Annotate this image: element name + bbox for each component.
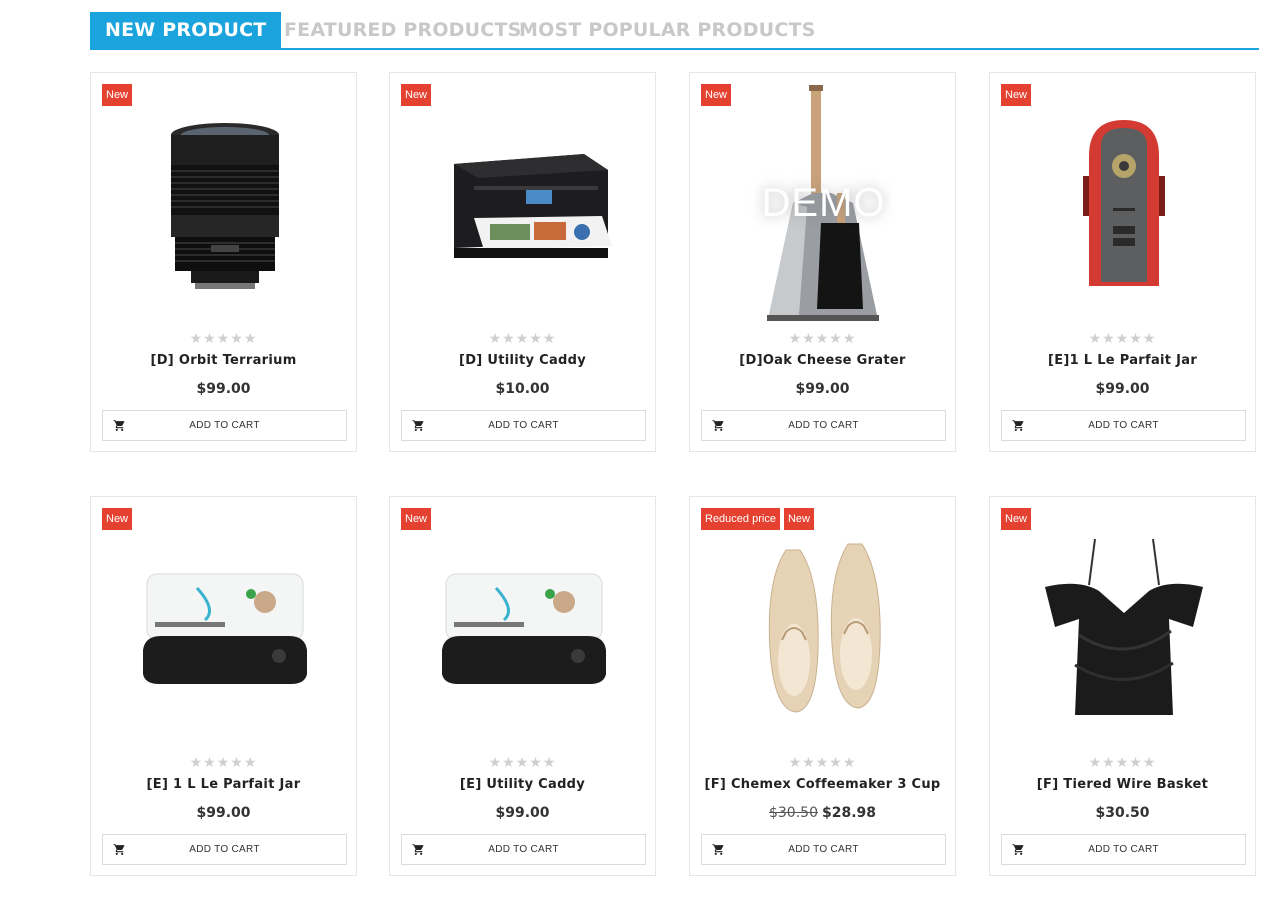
rating-stars: ★★★★★ bbox=[788, 755, 857, 771]
product-image[interactable]: DEMO bbox=[710, 83, 937, 328]
price-value: $99.00 bbox=[196, 805, 251, 821]
ballet-flats-icon bbox=[768, 543, 881, 713]
add-to-cart-button[interactable]: ADD TO CART bbox=[701, 410, 946, 441]
product-image[interactable] bbox=[710, 507, 937, 752]
red-speaker-icon bbox=[1082, 119, 1165, 286]
add-to-cart-button[interactable]: ADD TO CART bbox=[401, 410, 646, 441]
rating-stars: ★★★★★ bbox=[488, 755, 557, 771]
rating-stars: ★★★★★ bbox=[488, 331, 557, 347]
add-to-cart-button[interactable]: ADD TO CART bbox=[701, 834, 946, 865]
product-image[interactable] bbox=[410, 83, 637, 328]
rating-stars: ★★★★★ bbox=[788, 331, 857, 347]
navdy-device-icon bbox=[441, 573, 606, 684]
price-value: $99.00 bbox=[495, 805, 550, 821]
product-price: $10.00 bbox=[390, 381, 655, 397]
price-value: $99.00 bbox=[196, 381, 251, 397]
add-to-cart-label: ADD TO CART bbox=[1088, 844, 1159, 855]
product-name[interactable]: [F] Tiered Wire Basket bbox=[990, 777, 1255, 792]
printer-icon bbox=[453, 153, 612, 258]
add-to-cart-button[interactable]: ADD TO CART bbox=[102, 834, 347, 865]
camera-lens-icon bbox=[170, 122, 279, 289]
product-name[interactable]: [D] Utility Caddy bbox=[390, 353, 655, 368]
product-card[interactable]: New DEMO ★★★★★ [D]Oak Cheese Grater $99.… bbox=[689, 72, 956, 452]
rating-stars: ★★★★★ bbox=[1088, 331, 1157, 347]
product-price: $99.00 bbox=[690, 381, 955, 397]
product-name[interactable]: [F] Chemex Coffeemaker 3 Cup bbox=[690, 777, 955, 792]
product-card[interactable]: New ★★★★★ [E] 1 L Le Parfait Jar $99.00 … bbox=[90, 496, 357, 876]
product-image[interactable] bbox=[111, 83, 338, 328]
price-value: $10.00 bbox=[495, 381, 550, 397]
add-to-cart-button[interactable]: ADD TO CART bbox=[1001, 410, 1246, 441]
product-name[interactable]: [E]1 L Le Parfait Jar bbox=[990, 353, 1255, 368]
add-to-cart-button[interactable]: ADD TO CART bbox=[102, 410, 347, 441]
product-price: $99.00 bbox=[91, 381, 356, 397]
add-to-cart-label: ADD TO CART bbox=[1088, 420, 1159, 431]
product-card[interactable]: New ★★★★★ [E] Utility Caddy $99.00 ADD T… bbox=[389, 496, 656, 876]
product-price: $99.00 bbox=[91, 805, 356, 821]
tab-most-popular-products[interactable]: MOST POPULAR PRODUCTS bbox=[519, 12, 816, 48]
navdy-device-icon bbox=[142, 573, 307, 684]
add-to-cart-label: ADD TO CART bbox=[189, 420, 260, 431]
product-price: $99.00 bbox=[990, 381, 1255, 397]
product-image[interactable] bbox=[111, 507, 338, 752]
product-price: $30.50 bbox=[990, 805, 1255, 821]
product-card[interactable]: New ★★★★★ [D] Orbit Terrarium $99.00 ADD… bbox=[90, 72, 357, 452]
product-card[interactable]: New ★★★★★ [F] Tiered Wire Basket $30.50 … bbox=[989, 496, 1256, 876]
price-value: $30.50 bbox=[1095, 805, 1150, 821]
price-value: $99.00 bbox=[1095, 381, 1150, 397]
add-to-cart-button[interactable]: ADD TO CART bbox=[1001, 834, 1246, 865]
add-to-cart-label: ADD TO CART bbox=[788, 844, 859, 855]
price-value: $99.00 bbox=[795, 381, 850, 397]
rating-stars: ★★★★★ bbox=[189, 331, 258, 347]
tab-featured-products[interactable]: FEATURED PRODUCTS bbox=[284, 12, 521, 48]
product-price: $99.00 bbox=[390, 805, 655, 821]
old-price: $30.50 bbox=[768, 805, 818, 821]
product-price: $30.50 $28.98 bbox=[690, 805, 955, 821]
product-card[interactable]: New ★★★★★ [E]1 L Le Parfait Jar $99.00 A… bbox=[989, 72, 1256, 452]
product-name[interactable]: [E] Utility Caddy bbox=[390, 777, 655, 792]
product-image[interactable] bbox=[410, 507, 637, 752]
demo-watermark: DEMO bbox=[761, 181, 886, 225]
product-card[interactable]: New ★★★★★ [D] Utility Caddy $10.00 ADD T… bbox=[389, 72, 656, 452]
product-name[interactable]: [D] Orbit Terrarium bbox=[91, 353, 356, 368]
black-top-icon bbox=[1044, 538, 1203, 715]
product-image[interactable] bbox=[1010, 83, 1237, 328]
add-to-cart-label: ADD TO CART bbox=[488, 844, 559, 855]
product-name[interactable]: [D]Oak Cheese Grater bbox=[690, 353, 955, 368]
price-value: $28.98 bbox=[821, 805, 877, 821]
add-to-cart-button[interactable]: ADD TO CART bbox=[401, 834, 646, 865]
add-to-cart-label: ADD TO CART bbox=[189, 844, 260, 855]
product-tabs: NEW PRODUCT FEATURED PRODUCTS MOST POPUL… bbox=[90, 12, 1259, 50]
rating-stars: ★★★★★ bbox=[189, 755, 258, 771]
product-name[interactable]: [E] 1 L Le Parfait Jar bbox=[91, 777, 356, 792]
add-to-cart-label: ADD TO CART bbox=[488, 420, 559, 431]
product-card[interactable]: Reduced price New ★★★★★ [F] Chemex Coffe… bbox=[689, 496, 956, 876]
rating-stars: ★★★★★ bbox=[1088, 755, 1157, 771]
tab-new-product[interactable]: NEW PRODUCT bbox=[90, 12, 282, 48]
add-to-cart-label: ADD TO CART bbox=[788, 420, 859, 431]
product-image[interactable] bbox=[1010, 507, 1237, 752]
